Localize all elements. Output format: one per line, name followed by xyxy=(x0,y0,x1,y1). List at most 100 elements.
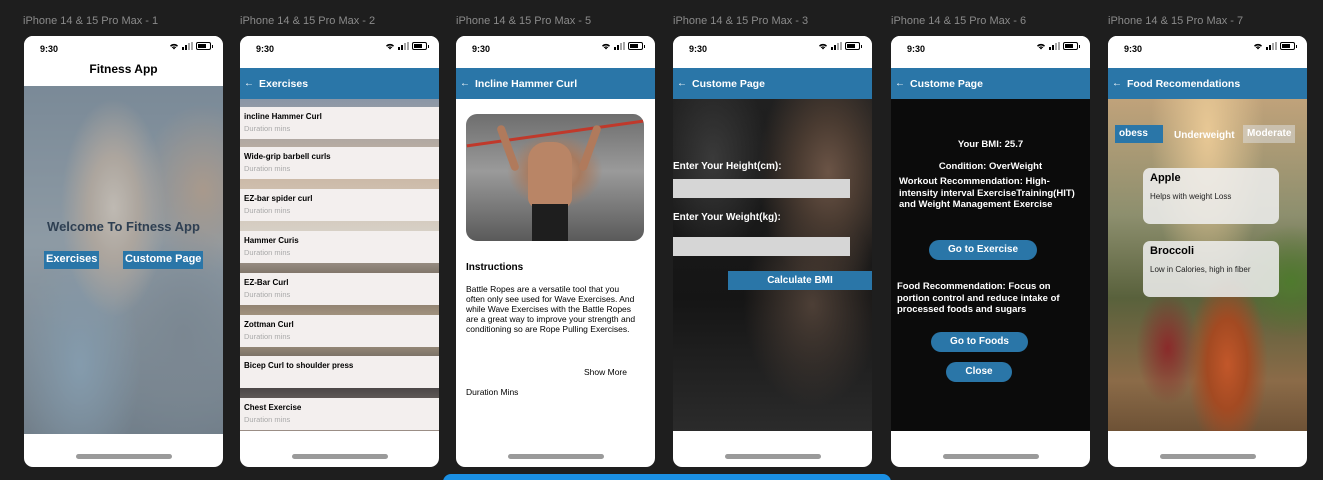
list-item[interactable]: EZ-Bar Curl Duration mins xyxy=(240,273,439,305)
home-indicator[interactable] xyxy=(724,454,821,459)
list-item[interactable]: Zottman Curl Duration mins xyxy=(240,315,439,347)
food-card-apple[interactable]: Apple Helps with weight Loss xyxy=(1143,168,1279,224)
home-indicator[interactable] xyxy=(75,454,172,459)
signal-icon xyxy=(398,42,409,50)
show-more-link[interactable]: Show More xyxy=(584,367,627,377)
status-bar: 9:30 xyxy=(240,36,439,60)
exercise-name: Chest Exercise xyxy=(244,403,302,412)
welcome-heading: Welcome To Fitness App xyxy=(47,219,200,234)
frame-label-2: iPhone 14 & 15 Pro Max - 2 xyxy=(240,15,376,27)
exercise-duration: Duration mins xyxy=(244,206,291,215)
wifi-icon xyxy=(170,43,178,50)
exercise-duration: Duration mins xyxy=(244,124,291,133)
height-input[interactable] xyxy=(673,179,850,198)
exercises-button[interactable]: Exercises xyxy=(44,251,100,269)
instructions-text: Battle Ropes are a versatile tool that y… xyxy=(466,284,636,334)
page-title: Incline Hammer Curl xyxy=(475,77,578,90)
app-bar: ← Custome Page xyxy=(891,68,1090,99)
signal-icon xyxy=(1049,42,1060,50)
list-item[interactable]: Bicep Curl to shoulder press xyxy=(240,356,439,388)
status-bar: 9:30 xyxy=(673,36,872,60)
battery-icon xyxy=(412,42,429,50)
battery-icon xyxy=(1063,42,1080,50)
status-time: 9:30 xyxy=(689,44,708,54)
page-title: Custome Page xyxy=(692,77,765,90)
exercise-duration: Duration mins xyxy=(244,164,291,173)
battery-icon xyxy=(196,42,213,50)
page-title: Exercises xyxy=(259,77,309,90)
back-arrow-icon[interactable]: ← xyxy=(895,78,905,89)
height-label: Enter Your Height(cm): xyxy=(673,161,782,172)
exercise-name: incline Hammer Curl xyxy=(244,112,322,121)
tag-obese[interactable]: obess xyxy=(1115,125,1163,143)
custom-page-button[interactable]: Custome Page xyxy=(123,251,204,269)
home-indicator[interactable] xyxy=(942,454,1039,459)
signal-icon xyxy=(1266,42,1277,50)
list-item[interactable]: Wide-grip barbell curls Duration mins xyxy=(240,147,439,179)
wifi-icon xyxy=(602,43,610,50)
frame-label-3: iPhone 14 & 15 Pro Max - 5 xyxy=(456,15,592,27)
tag-moderate[interactable]: Moderate xyxy=(1243,125,1296,143)
status-bar: 9:30 xyxy=(1108,36,1307,60)
status-bar: 9:30 xyxy=(891,36,1090,60)
go-to-exercise-button[interactable]: Go to Exercise xyxy=(929,240,1037,260)
exercise-duration: Duration mins xyxy=(244,332,291,341)
home-indicator[interactable] xyxy=(1159,454,1256,459)
signal-icon xyxy=(614,42,625,50)
signal-icon xyxy=(182,42,193,50)
wifi-icon xyxy=(1254,43,1262,50)
exercise-duration: Duration mins xyxy=(244,415,291,424)
back-arrow-icon[interactable]: ← xyxy=(460,78,470,89)
app-bar: ← Incline Hammer Curl xyxy=(456,68,655,99)
food-description: Low in Calories, high in fiber xyxy=(1150,265,1251,274)
frame-label-6: iPhone 14 & 15 Pro Max - 7 xyxy=(1108,15,1244,27)
tag-underweight[interactable]: Underweight xyxy=(1170,127,1239,145)
wifi-icon xyxy=(386,43,394,50)
weight-input[interactable] xyxy=(673,237,850,256)
instructions-heading: Instructions xyxy=(466,262,524,273)
frame-label-4: iPhone 14 & 15 Pro Max - 3 xyxy=(673,15,809,27)
status-time: 9:30 xyxy=(907,44,926,54)
weight-label: Enter Your Weight(kg): xyxy=(673,212,781,223)
signal-icon xyxy=(831,42,842,50)
close-button[interactable]: Close xyxy=(946,362,1012,382)
exercise-name: Hammer Curis xyxy=(244,236,299,245)
exercise-name: Bicep Curl to shoulder press xyxy=(244,361,354,370)
back-arrow-icon[interactable]: ← xyxy=(244,78,254,89)
phone-exercise-detail: 9:30 ← Incline Hammer Curl Instructions … xyxy=(456,36,655,467)
list-item[interactable]: incline Hammer Curl Duration mins xyxy=(240,107,439,139)
app-title: Fitness App xyxy=(89,62,158,76)
food-name: Apple xyxy=(1150,172,1181,184)
go-to-foods-button[interactable]: Go to Foods xyxy=(931,332,1028,352)
phone-home: 9:30 Fitness App Welcome To Fitness App … xyxy=(24,36,223,467)
wifi-icon xyxy=(1037,43,1045,50)
battery-icon xyxy=(845,42,862,50)
frame-label-5: iPhone 14 & 15 Pro Max - 6 xyxy=(891,15,1027,27)
list-item[interactable]: EZ-bar spider curl Duration mins xyxy=(240,189,439,221)
list-item[interactable]: Hammer Curis Duration mins xyxy=(240,231,439,263)
bmi-condition: Condition: OverWeight xyxy=(938,161,1043,172)
food-description: Helps with weight Loss xyxy=(1150,192,1232,201)
phone-bmi-result: 9:30 ← Custome Page Your BMI: 25.7 Condi… xyxy=(891,36,1090,467)
calculate-bmi-button[interactable]: Calculate BMI xyxy=(728,271,872,290)
bmi-value: Your BMI: 25.7 xyxy=(957,139,1024,150)
app-bar: ← Custome Page xyxy=(673,68,872,99)
status-bar: 9:30 xyxy=(24,36,223,60)
status-time: 9:30 xyxy=(40,44,59,54)
exercise-name: EZ-bar spider curl xyxy=(244,194,313,203)
food-card-broccoli[interactable]: Broccoli Low in Calories, high in fiber xyxy=(1143,241,1279,297)
back-arrow-icon[interactable]: ← xyxy=(1112,78,1122,89)
food-name: Broccoli xyxy=(1150,245,1195,257)
exercise-name: Zottman Curl xyxy=(244,320,294,329)
frame-label-1: iPhone 14 & 15 Pro Max - 1 xyxy=(23,15,159,27)
home-indicator[interactable] xyxy=(507,454,604,459)
bottom-toolbar xyxy=(443,474,891,480)
list-item[interactable]: Chest Exercise Duration mins xyxy=(240,398,439,430)
back-arrow-icon[interactable]: ← xyxy=(677,78,687,89)
duration-text: Duration Mins xyxy=(466,387,519,397)
home-indicator[interactable] xyxy=(291,454,388,459)
exercise-name: EZ-Bar Curl xyxy=(244,278,289,287)
phone-food-recommendations: 9:30 ← Food Recomendations obess Underwe… xyxy=(1108,36,1307,467)
gym-background-image xyxy=(673,99,872,431)
page-title: Custome Page xyxy=(910,77,983,90)
